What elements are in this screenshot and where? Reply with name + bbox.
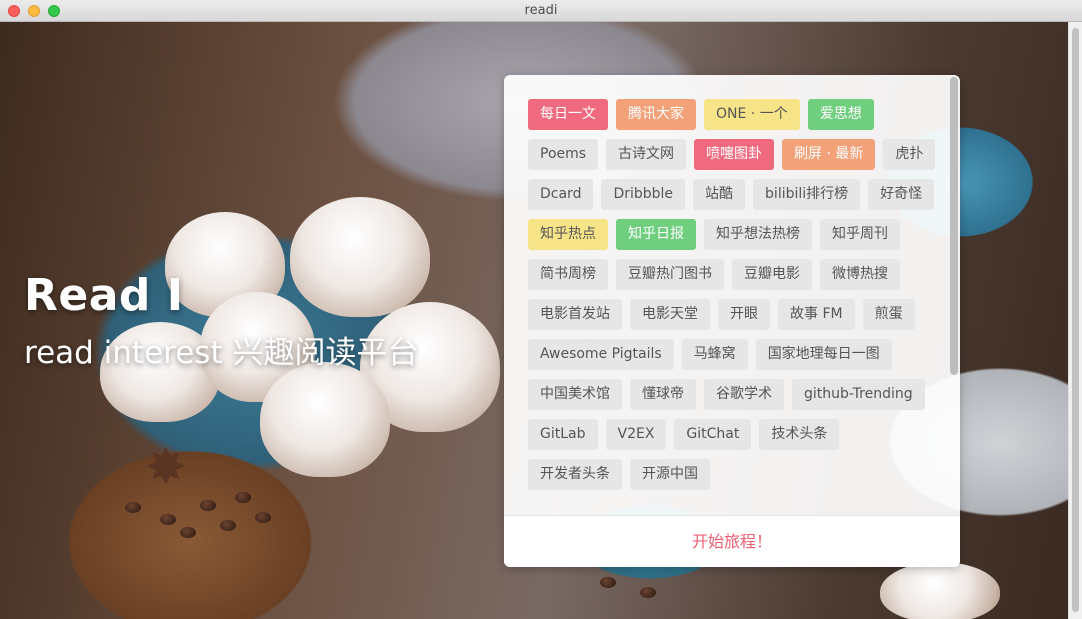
source-tag[interactable]: 豆瓣热门图书 bbox=[616, 259, 724, 290]
source-tag[interactable]: ONE · 一个 bbox=[704, 99, 800, 130]
window-scrollbar[interactable] bbox=[1068, 22, 1082, 619]
source-tag[interactable]: 谷歌学术 bbox=[704, 379, 784, 410]
source-tag[interactable]: GitLab bbox=[528, 419, 598, 450]
source-tag[interactable]: 刷屏 · 最新 bbox=[782, 139, 876, 170]
source-tag[interactable]: bilibili排行榜 bbox=[753, 179, 861, 210]
source-tag[interactable]: Awesome Pigtails bbox=[528, 339, 674, 370]
source-tag[interactable]: 国家地理每日一图 bbox=[755, 339, 892, 370]
source-tag[interactable]: 知乎日报 bbox=[616, 219, 696, 250]
source-tag[interactable]: Dribbble bbox=[601, 179, 686, 210]
source-tag[interactable]: 开发者头条 bbox=[528, 459, 622, 490]
source-tag[interactable]: 知乎想法热榜 bbox=[704, 219, 812, 250]
source-tag[interactable]: 站酷 bbox=[693, 179, 746, 210]
source-tag[interactable]: Dcard bbox=[528, 179, 594, 210]
source-tag[interactable]: 简书周榜 bbox=[528, 259, 608, 290]
source-tag[interactable]: 知乎热点 bbox=[528, 219, 608, 250]
window-titlebar: readi bbox=[0, 0, 1082, 22]
tag-scroll-area[interactable]: 每日一文 腾讯大家 ONE · 一个 爱思想 Poems 古诗文网 喷嚏图卦 刷屏 · 最新虎… bbox=[504, 75, 946, 515]
window-scrollbar-thumb[interactable] bbox=[1072, 28, 1079, 612]
hero-title: Read I bbox=[24, 270, 184, 321]
source-tag[interactable]: 技术头条 bbox=[759, 419, 840, 450]
source-tag[interactable]: 爱思想 bbox=[807, 99, 874, 130]
source-tag[interactable]: V2EX bbox=[605, 419, 667, 450]
source-tag[interactable]: 电影首发站 bbox=[528, 299, 622, 330]
source-tag[interactable]: 开眼 bbox=[718, 299, 770, 330]
source-tag[interactable]: 腾讯大家 bbox=[616, 99, 696, 130]
window-title: readi bbox=[524, 3, 558, 18]
source-tag[interactable]: github-Trending bbox=[792, 379, 925, 410]
source-tag[interactable]: 煎蛋 bbox=[862, 299, 915, 330]
source-tag[interactable]: 豆瓣电影 bbox=[732, 259, 812, 290]
panel-scrollbar-thumb[interactable] bbox=[950, 77, 958, 375]
source-tag[interactable]: GitChat bbox=[674, 419, 752, 450]
source-tag[interactable]: 知乎周刊 bbox=[820, 219, 900, 250]
source-tag[interactable]: 懂球帝 bbox=[630, 379, 696, 410]
source-tag[interactable]: Poems bbox=[528, 139, 599, 170]
source-tag[interactable]: 每日一文 bbox=[528, 99, 608, 130]
source-tag[interactable]: 好奇怪 bbox=[868, 179, 935, 210]
start-journey-button[interactable]: 开始旅程！ bbox=[504, 516, 960, 567]
source-tag[interactable]: 喷嚏图卦 bbox=[694, 139, 775, 170]
source-tag[interactable]: 故事 FM bbox=[778, 299, 855, 330]
tag-list: 每日一文 腾讯大家 ONE · 一个 爱思想 Poems 古诗文网 喷嚏图卦 刷屏 · 最新虎… bbox=[504, 75, 938, 490]
source-tag[interactable]: 中国美术馆 bbox=[528, 379, 622, 410]
panel-footer: 开始旅程！ bbox=[504, 515, 960, 567]
hero-subtitle: read interest 兴趣阅读平台 bbox=[24, 335, 419, 371]
panel-scrollbar[interactable] bbox=[948, 75, 960, 515]
source-selection-panel: 每日一文 腾讯大家 ONE · 一个 爱思想 Poems 古诗文网 喷嚏图卦 刷屏 · 最新虎… bbox=[504, 75, 960, 567]
source-tag[interactable]: 开源中国 bbox=[630, 459, 710, 490]
source-tag[interactable]: 电影天堂 bbox=[630, 299, 710, 330]
source-tag[interactable]: 古诗文网 bbox=[606, 139, 687, 170]
source-tag[interactable]: 微博热搜 bbox=[820, 259, 900, 290]
source-tag[interactable]: 马蜂窝 bbox=[681, 339, 748, 370]
source-tag[interactable]: 虎扑 bbox=[883, 139, 936, 170]
